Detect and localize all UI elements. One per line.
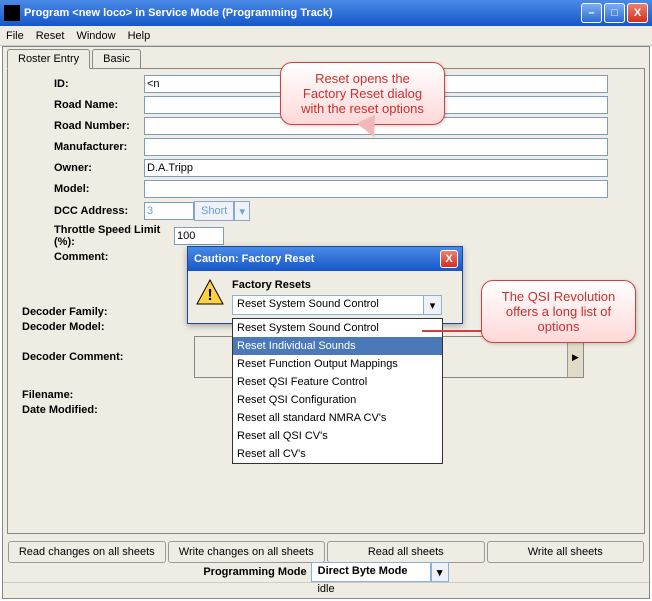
chevron-down-icon[interactable]: ▾	[423, 296, 441, 314]
tab-roster-entry[interactable]: Roster Entry	[7, 49, 90, 69]
reset-option[interactable]: Reset QSI Configuration	[233, 391, 442, 409]
reset-option[interactable]: Reset Individual Sounds	[233, 337, 442, 355]
reset-option[interactable]: Reset all CV's	[233, 445, 442, 463]
chevron-down-icon[interactable]: ▾	[234, 201, 250, 221]
reset-option[interactable]: Reset QSI Feature Control	[233, 373, 442, 391]
roadnumber-label: Road Number:	[14, 120, 144, 132]
tab-basic[interactable]: Basic	[92, 49, 141, 69]
menu-file[interactable]: File	[6, 30, 24, 42]
reset-option[interactable]: Reset all standard NMRA CV's	[233, 409, 442, 427]
throttle-field[interactable]	[174, 227, 224, 245]
warning-icon: !	[196, 279, 224, 305]
model-field[interactable]	[144, 180, 608, 198]
dialog-titlebar[interactable]: Caution: Factory Reset X	[188, 247, 462, 271]
reset-option[interactable]: Reset all QSI CV's	[233, 427, 442, 445]
write-changes-button[interactable]: Write changes on all sheets	[168, 541, 326, 563]
app-icon	[4, 5, 20, 21]
chevron-down-icon[interactable]: ▾	[431, 562, 449, 582]
factory-reset-dialog: Caution: Factory Reset X ! Factory Reset…	[187, 246, 463, 324]
reset-option[interactable]: Reset System Sound Control	[233, 319, 442, 337]
callout-pointer-icon	[422, 330, 487, 332]
throttle-label: Throttle Speed Limit (%):	[14, 224, 174, 248]
menu-help[interactable]: Help	[128, 30, 151, 42]
dccaddress-field[interactable]	[144, 202, 194, 220]
dialog-title: Caution: Factory Reset	[194, 253, 314, 265]
owner-field[interactable]	[144, 159, 608, 177]
roadname-label: Road Name:	[14, 99, 144, 111]
close-button[interactable]: X	[627, 3, 648, 23]
programming-mode-row: Programming Mode Direct Byte Mode ▾	[3, 562, 649, 582]
bottom-toolbar: Read changes on all sheets Write changes…	[7, 540, 645, 564]
decoder-model-label: Decoder Model:	[14, 321, 144, 333]
manufacturer-field[interactable]	[144, 138, 608, 156]
factory-reset-combo[interactable]: Reset System Sound Control ▾	[232, 295, 442, 315]
filename-label: Filename:	[14, 389, 144, 401]
reset-option[interactable]: Reset Function Output Mappings	[233, 355, 442, 373]
factory-reset-dropdown: Reset System Sound Control Reset Individ…	[232, 318, 443, 464]
owner-label: Owner:	[14, 162, 144, 174]
factory-reset-selected: Reset System Sound Control	[233, 296, 423, 314]
model-label: Model:	[14, 183, 144, 195]
status-bar: idle	[3, 582, 649, 598]
dccaddress-mode[interactable]: Short	[194, 201, 234, 221]
dccaddress-label: DCC Address:	[14, 205, 144, 217]
callout-qsi-info: The QSI Revolution offers a long list of…	[481, 280, 636, 343]
datemodified-label: Date Modified:	[14, 404, 144, 416]
menu-reset[interactable]: Reset	[36, 30, 65, 42]
minimize-button[interactable]: –	[581, 3, 602, 23]
menubar: File Reset Window Help	[0, 26, 652, 46]
decoder-family-label: Decoder Family:	[14, 306, 144, 318]
factory-resets-label: Factory Resets	[232, 279, 454, 291]
dialog-close-button[interactable]: X	[440, 250, 458, 268]
menu-window[interactable]: Window	[76, 30, 115, 42]
write-all-button[interactable]: Write all sheets	[487, 541, 645, 563]
programming-mode-label: Programming Mode	[203, 566, 306, 578]
read-all-button[interactable]: Read all sheets	[327, 541, 485, 563]
svg-text:!: !	[207, 287, 212, 304]
read-changes-button[interactable]: Read changes on all sheets	[8, 541, 166, 563]
manufacturer-label: Manufacturer:	[14, 141, 144, 153]
scroll-right-icon[interactable]: ▶	[567, 337, 583, 377]
maximize-button[interactable]: □	[604, 3, 625, 23]
id-label: ID:	[14, 78, 144, 90]
decoder-comment-label: Decoder Comment:	[14, 351, 144, 363]
comment-label: Comment:	[14, 251, 144, 263]
titlebar[interactable]: Program <new loco> in Service Mode (Prog…	[0, 0, 652, 26]
callout-reset-info: Reset opens the Factory Reset dialog wit…	[280, 62, 445, 125]
window-title: Program <new loco> in Service Mode (Prog…	[24, 7, 333, 19]
programming-mode-value[interactable]: Direct Byte Mode	[311, 562, 431, 582]
